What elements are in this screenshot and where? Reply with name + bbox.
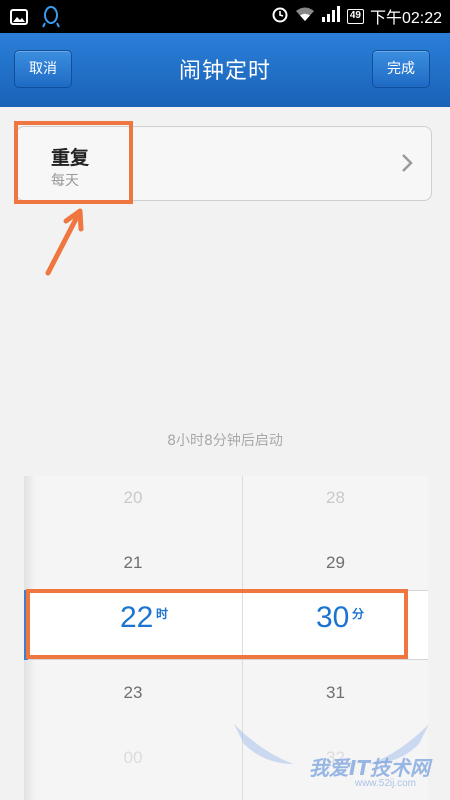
highlight-box-time [26, 589, 408, 659]
watermark-logo: 我爱IT技术网 www.52ij.com [224, 714, 444, 794]
hour-option[interactable]: 23 [24, 683, 242, 703]
highlight-box-repeat [14, 121, 133, 204]
signal-icon [321, 5, 341, 27]
alarm-icon [271, 5, 289, 28]
hour-option[interactable]: 20 [24, 488, 242, 508]
watermark-text: 我爱IT技术网 [308, 756, 430, 780]
minute-option[interactable]: 31 [243, 683, 428, 703]
arrow-annotation-icon [40, 205, 90, 281]
chevron-right-icon [401, 153, 413, 177]
minute-option[interactable]: 28 [243, 488, 428, 508]
image-icon [10, 9, 28, 29]
hour-option[interactable]: 21 [24, 553, 242, 573]
countdown-text: 8小时8分钟后启动 [167, 433, 283, 449]
battery-icon: 49 [346, 8, 364, 24]
watermark-url: www.52ij.com [354, 778, 416, 789]
hour-option[interactable]: 00 [24, 748, 242, 768]
app-header: 取消 闹钟定时 完成 [0, 33, 450, 107]
minute-option[interactable]: 29 [243, 553, 428, 573]
done-button[interactable]: 完成 [372, 50, 430, 88]
wifi-icon [295, 6, 315, 27]
status-bar: 49 下午02:22 [0, 0, 450, 33]
status-time: 下午02:22 [369, 10, 442, 27]
qq-icon [42, 6, 60, 32]
